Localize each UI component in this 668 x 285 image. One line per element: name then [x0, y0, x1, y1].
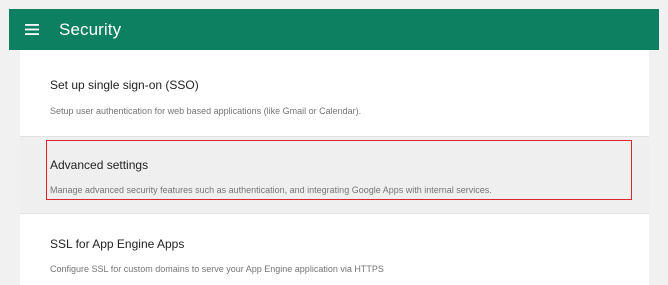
settings-panel: Set up single sign-on (SSO) Setup user a… [9, 50, 659, 285]
page-title: Security [59, 19, 122, 39]
hamburger-menu-icon[interactable] [16, 9, 48, 50]
setting-description: Setup user authentication for web based … [50, 106, 362, 116]
setting-description: Manage advanced security features such a… [50, 185, 492, 195]
setting-row-ssl-app-engine[interactable]: SSL for App Engine Apps Configure SSL fo… [20, 214, 649, 285]
setting-title: Advanced settings [50, 158, 149, 172]
setting-row-advanced-settings[interactable]: Advanced settings Manage advanced securi… [20, 137, 649, 214]
settings-list: Set up single sign-on (SSO) Setup user a… [20, 50, 649, 285]
setting-description: Configure SSL for custom domains to serv… [50, 264, 384, 274]
setting-row-sso[interactable]: Set up single sign-on (SSO) Setup user a… [20, 50, 649, 137]
setting-title: Set up single sign-on (SSO) [50, 78, 199, 92]
app-header: Security [9, 9, 659, 50]
setting-title: SSL for App Engine Apps [50, 237, 185, 251]
